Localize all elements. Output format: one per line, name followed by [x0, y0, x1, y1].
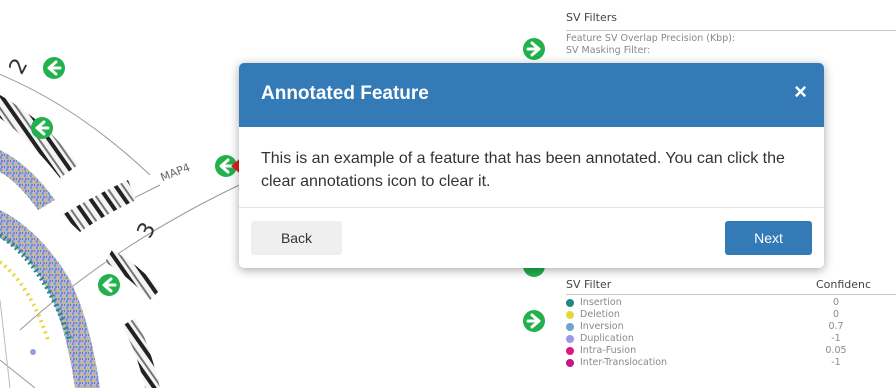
- legend-color-dot: [566, 347, 574, 355]
- sv-filter-label: Inversion: [580, 321, 624, 332]
- sv-filter-label: Duplication: [580, 333, 634, 344]
- modal-body-text: This is an example of a feature that has…: [261, 150, 785, 190]
- sv-filter-label: Intra-Fusion: [580, 345, 637, 356]
- sv-filter-label: Insertion: [580, 297, 622, 308]
- data-track: [0, 210, 100, 388]
- arrow-right-circle-icon[interactable]: [522, 37, 546, 61]
- modal-header: Annotated Feature ×: [239, 63, 824, 127]
- confidence-value: 0.7: [828, 321, 844, 332]
- arrow-right-circle-icon[interactable]: [522, 309, 546, 333]
- sv-filter-label: Inter-Translocation: [580, 357, 668, 368]
- outer-ring-arc: [0, 299, 11, 388]
- legend-color-dot: [566, 359, 574, 367]
- confidence-column-header: Confidenc: [816, 278, 872, 291]
- sv-filter-rule: [566, 294, 896, 295]
- outer-ring-arc: [0, 359, 36, 388]
- confidence-value: 0: [832, 297, 840, 308]
- outer-ring-arc: [19, 179, 251, 331]
- confidence-value: 0.05: [825, 345, 847, 356]
- sv-filter-row[interactable]: Inter-Translocation -1: [566, 357, 896, 369]
- arrow-left-circle-icon[interactable]: [42, 56, 66, 80]
- legend-color-dot: [566, 311, 574, 319]
- sv-filters-title: SV Filters: [566, 11, 617, 24]
- overlap-precision-label: Feature SV Overlap Precision (Kbp):: [566, 33, 736, 44]
- sv-filter-row[interactable]: Inversion 0.7: [566, 321, 896, 333]
- sv-filter-row[interactable]: Duplication -1: [566, 333, 896, 345]
- sv-filter-row[interactable]: Deletion 0: [566, 309, 896, 321]
- confidence-value: -1: [831, 357, 841, 368]
- modal-title: Annotated Feature: [261, 83, 429, 104]
- ideogram-band-segment: [122, 318, 160, 388]
- sv-filter-column-header: SV Filter: [566, 278, 612, 291]
- legend-color-dot: [566, 335, 574, 343]
- sv-filters-rule: [566, 30, 896, 31]
- legend-color-dot: [566, 323, 574, 331]
- confidence-value: 0: [832, 309, 840, 320]
- arrow-left-circle-icon[interactable]: [30, 116, 54, 140]
- ideogram-band-segment: [62, 180, 136, 232]
- close-icon[interactable]: ×: [794, 80, 807, 104]
- masking-filter-label: SV Masking Filter:: [566, 45, 651, 56]
- sv-filter-row[interactable]: Intra-Fusion 0.05: [566, 345, 896, 357]
- modal-divider: [239, 207, 824, 208]
- annotated-feature-modal: Annotated Feature × This is an example o…: [239, 63, 824, 268]
- next-button[interactable]: Next: [725, 221, 812, 255]
- sv-filter-row[interactable]: Insertion 0: [566, 297, 896, 309]
- back-button[interactable]: Back: [251, 221, 342, 255]
- arrow-left-circle-icon[interactable]: [97, 273, 121, 297]
- confidence-value: -1: [831, 333, 841, 344]
- legend-color-dot: [566, 299, 574, 307]
- sv-filter-label: Deletion: [580, 309, 620, 320]
- sv-point: [30, 349, 36, 355]
